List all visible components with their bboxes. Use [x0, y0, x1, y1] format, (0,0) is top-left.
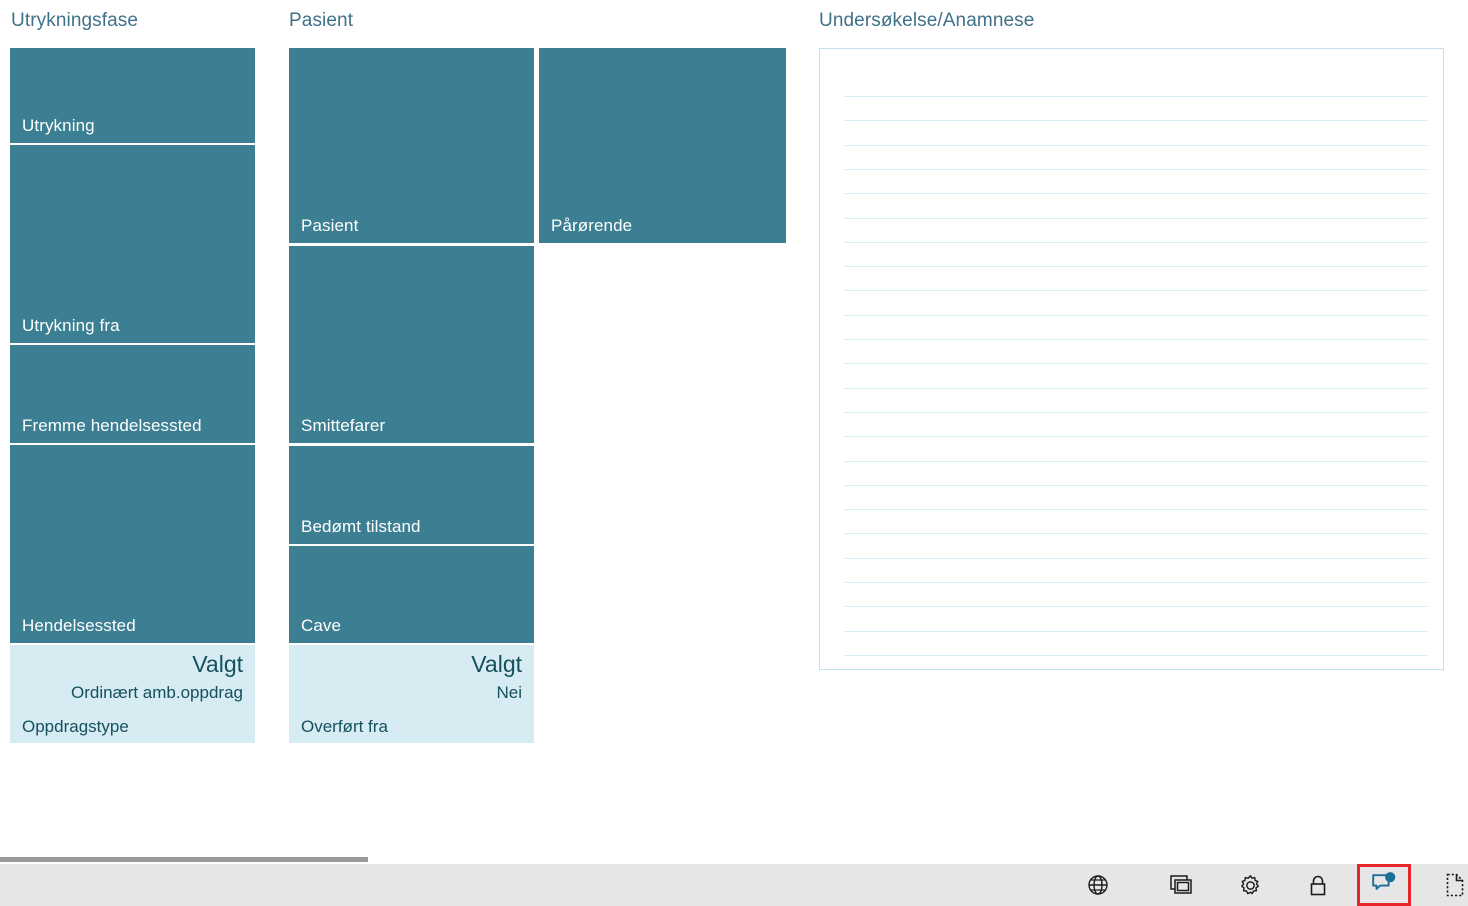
notes-rule-line	[844, 460, 1427, 462]
notes-textarea[interactable]	[819, 48, 1444, 670]
notes-rule-line	[844, 241, 1427, 243]
notes-rule-line	[844, 339, 1427, 340]
column-header-pasient: Pasient	[289, 10, 354, 31]
selected-tile-title: Valgt	[471, 651, 522, 677]
tile-label: Utrykning fra	[22, 316, 120, 335]
tile-label: Fremme hendelsessted	[22, 416, 202, 435]
globe-icon	[1087, 874, 1109, 896]
notes-rule-line	[844, 533, 1427, 535]
tile-fremme-hendelsessted[interactable]: Fremme hendelsessted	[10, 345, 255, 443]
tile-pasient[interactable]: Pasient	[289, 48, 534, 243]
tile-hendelsessted[interactable]: Hendelsessted	[10, 445, 255, 643]
selected-tile-title: Valgt	[192, 651, 243, 677]
column-header-utrykningsfase: Utrykningsfase	[11, 10, 139, 31]
notes-rule-line	[844, 557, 1427, 559]
toolbar-button-messages[interactable]	[1357, 864, 1411, 906]
notes-rule-line	[844, 290, 1427, 292]
toolbar-button-settings[interactable]	[1229, 864, 1271, 906]
toolbar-button-document[interactable]	[1434, 864, 1468, 906]
chat-icon	[1371, 871, 1397, 900]
tile-smittefarer[interactable]: Smittefarer	[289, 246, 534, 443]
notes-rule-line	[844, 314, 1427, 316]
selected-tile-value: Nei	[496, 683, 522, 702]
notes-rule-line	[844, 217, 1427, 219]
tile-utrykning[interactable]: Utrykning	[10, 48, 255, 143]
notes-rule-line	[844, 387, 1427, 389]
notes-rule-line	[844, 582, 1427, 583]
gear-icon	[1239, 874, 1262, 897]
tile-bedomt-tilstand[interactable]: Bedømt tilstand	[289, 446, 534, 544]
selected-tile-overfort-fra[interactable]: Valgt Nei Overført fra	[289, 645, 534, 743]
selected-tile-oppdragstype[interactable]: Valgt Ordinært amb.oppdrag Oppdragstype	[10, 645, 255, 743]
notes-rule-line	[844, 509, 1427, 511]
app-canvas: Utrykningsfase Utrykning Utrykning fra F…	[0, 0, 1468, 906]
notes-rule-line	[844, 168, 1427, 170]
selected-tile-value: Ordinært amb.oppdrag	[71, 683, 243, 702]
lock-icon	[1308, 874, 1328, 897]
notes-rule-line	[844, 484, 1427, 486]
tile-label: Pårørende	[551, 216, 633, 235]
notes-rule-line	[844, 654, 1427, 656]
notes-rule-line	[844, 144, 1427, 146]
tile-label: Pasient	[301, 216, 359, 235]
toolbar-button-language[interactable]	[1077, 864, 1119, 906]
horizontal-scrollbar-thumb[interactable]	[0, 857, 368, 862]
tile-label: Cave	[301, 616, 342, 635]
notes-rule-line	[844, 630, 1427, 632]
selected-tile-field: Overført fra	[301, 717, 388, 736]
tile-parorende[interactable]: Pårørende	[539, 48, 786, 243]
toolbar-button-lock[interactable]	[1297, 864, 1339, 906]
tile-label: Bedømt tilstand	[301, 517, 421, 536]
document-icon	[1445, 873, 1465, 897]
notes-rule-line	[844, 436, 1427, 438]
tile-utrykning-fra[interactable]: Utrykning fra	[10, 145, 255, 343]
toolbar-button-windows[interactable]	[1161, 864, 1203, 906]
notes-rule-line	[844, 266, 1427, 268]
windows-icon	[1170, 875, 1194, 895]
notes-rule-line	[844, 606, 1427, 608]
notes-rule-line	[844, 411, 1427, 413]
notes-rule-line	[844, 193, 1427, 195]
notes-rule-line	[844, 120, 1427, 122]
notes-rule-line	[844, 363, 1427, 365]
selected-tile-field: Oppdragstype	[22, 717, 129, 736]
tile-label: Smittefarer	[301, 416, 386, 435]
tile-cave[interactable]: Cave	[289, 546, 534, 643]
notes-rule-line	[844, 96, 1427, 97]
tile-label: Hendelsessted	[22, 616, 136, 635]
tile-label: Utrykning	[22, 116, 95, 135]
column-header-undersokelse-anamnese: Undersøkelse/Anamnese	[819, 10, 1035, 31]
notes-ruled-lines	[844, 49, 1427, 669]
